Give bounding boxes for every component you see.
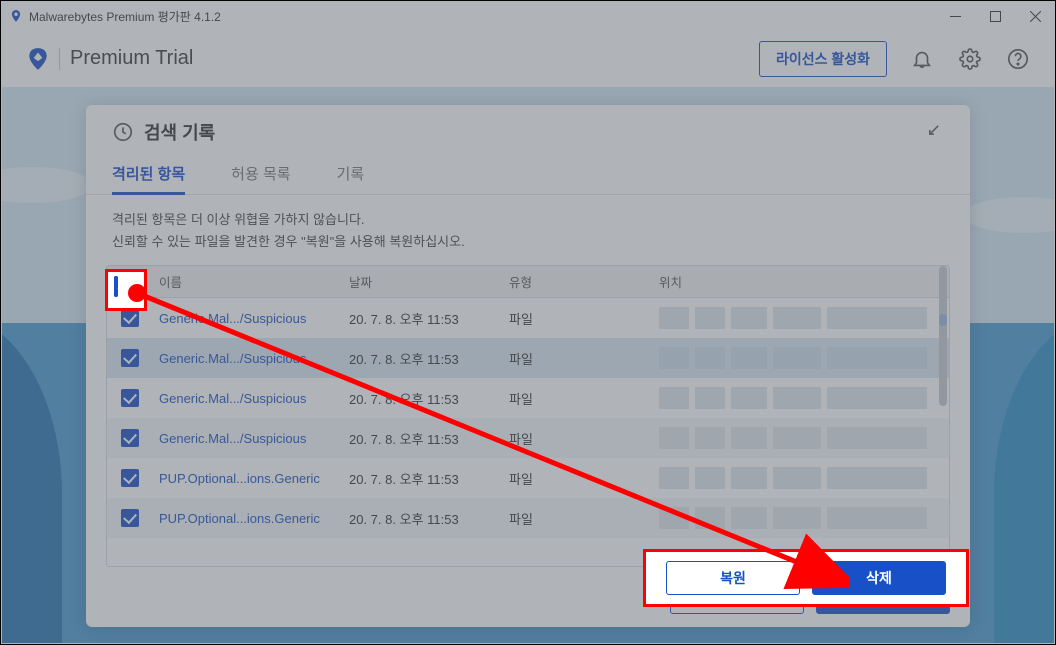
window-close-button[interactable] — [1015, 1, 1055, 31]
history-clock-icon — [112, 121, 134, 143]
row-name[interactable]: Generic.Mal.../Suspicious — [153, 391, 349, 406]
row-location — [659, 467, 949, 489]
col-type-header[interactable]: 유형 — [509, 272, 659, 291]
row-type: 파일 — [509, 349, 659, 368]
highlight-select-all — [105, 269, 147, 311]
app-logo-icon — [9, 9, 23, 23]
window-minimize-button[interactable] — [935, 1, 975, 31]
row-date: 20. 7. 8. 오후 11:53 — [349, 349, 509, 368]
row-type: 파일 — [509, 309, 659, 328]
row-checkbox[interactable] — [121, 429, 139, 447]
app-header: Premium Trial 라이선스 활성화 — [1, 31, 1055, 86]
row-checkbox[interactable] — [121, 509, 139, 527]
activate-license-button[interactable]: 라이선스 활성화 — [759, 41, 887, 77]
table-header: 이름 날짜 유형 위치 — [107, 266, 949, 298]
desc-line2: 신뢰할 수 있는 파일을 발견한 경우 "복원"을 사용해 복원하십시오. — [112, 231, 944, 253]
row-location — [659, 307, 949, 329]
col-location-header[interactable]: 위치 — [659, 272, 949, 291]
row-checkbox[interactable] — [121, 349, 139, 367]
panel-title: 검색 기록 — [144, 119, 215, 145]
notifications-icon[interactable] — [909, 46, 935, 72]
delete-button-highlighted[interactable]: 삭제 — [812, 561, 946, 595]
panel-description: 격리된 항목은 더 이상 위협을 가하지 않습니다. 신뢰할 수 있는 파일을 … — [86, 195, 970, 265]
table-row[interactable]: Generic.Mal.../Suspicious20. 7. 8. 오후 11… — [107, 418, 949, 458]
row-name[interactable]: Generic.Mal.../Suspicious — [153, 351, 349, 366]
table-scrollbar[interactable] — [939, 266, 947, 566]
row-type: 파일 — [509, 429, 659, 448]
table-row[interactable]: Generic.Mal.../Suspicious20. 7. 8. 오후 11… — [107, 298, 949, 338]
row-date: 20. 7. 8. 오후 11:53 — [349, 469, 509, 488]
row-location — [659, 427, 949, 449]
row-name[interactable]: PUP.Optional...ions.Generic — [153, 511, 349, 526]
window-maximize-button[interactable] — [975, 1, 1015, 31]
row-date: 20. 7. 8. 오후 11:53 — [349, 309, 509, 328]
table-row[interactable]: PUP.Optional...ions.Generic20. 7. 8. 오후 … — [107, 458, 949, 498]
row-type: 파일 — [509, 509, 659, 528]
table-row[interactable]: PUP.Optional...ions.Generic20. 7. 8. 오후 … — [107, 498, 949, 538]
col-date-header[interactable]: 날짜 — [349, 272, 509, 291]
table-row[interactable]: Generic.Mal.../Suspicious20. 7. 8. 오후 11… — [107, 378, 949, 418]
window-title: Malwarebytes Premium 평가판 4.1.2 — [29, 8, 221, 25]
row-name[interactable]: PUP.Optional...ions.Generic — [153, 471, 349, 486]
restore-button-highlighted[interactable]: 복원 — [666, 561, 800, 595]
table-row[interactable]: Generic.Mal.../Suspicious20. 7. 8. 오후 11… — [107, 338, 949, 378]
row-location — [659, 507, 949, 529]
row-date: 20. 7. 8. 오후 11:53 — [349, 389, 509, 408]
row-checkbox[interactable] — [121, 469, 139, 487]
row-location — [659, 347, 949, 369]
desc-line1: 격리된 항목은 더 이상 위협을 가하지 않습니다. — [112, 209, 944, 231]
row-checkbox[interactable] — [121, 309, 139, 327]
row-checkbox[interactable] — [121, 389, 139, 407]
tab-history[interactable]: 기록 — [337, 159, 365, 194]
collapse-icon[interactable] — [924, 120, 944, 145]
row-location — [659, 387, 949, 409]
tab-quarantine[interactable]: 격리된 항목 — [112, 159, 185, 194]
row-name[interactable]: Generic.Mal.../Suspicious — [153, 431, 349, 446]
window-titlebar: Malwarebytes Premium 평가판 4.1.2 — [1, 1, 1055, 31]
settings-gear-icon[interactable] — [957, 46, 983, 72]
tab-bar: 격리된 항목 허용 목록 기록 — [86, 159, 970, 195]
quarantine-table: 이름 날짜 유형 위치 Generic.Mal.../Suspicious20.… — [106, 265, 950, 567]
brand-logo-icon — [25, 46, 51, 72]
row-type: 파일 — [509, 469, 659, 488]
tab-allowlist[interactable]: 허용 목록 — [231, 159, 290, 194]
row-date: 20. 7. 8. 오후 11:53 — [349, 509, 509, 528]
col-name-header[interactable]: 이름 — [153, 272, 349, 291]
product-name: Premium Trial — [70, 47, 193, 70]
row-date: 20. 7. 8. 오후 11:53 — [349, 429, 509, 448]
header-divider — [59, 48, 60, 70]
highlight-footer-buttons: 복원 삭제 — [643, 549, 969, 607]
help-icon[interactable] — [1005, 46, 1031, 72]
row-type: 파일 — [509, 389, 659, 408]
row-name[interactable]: Generic.Mal.../Suspicious — [153, 311, 349, 326]
